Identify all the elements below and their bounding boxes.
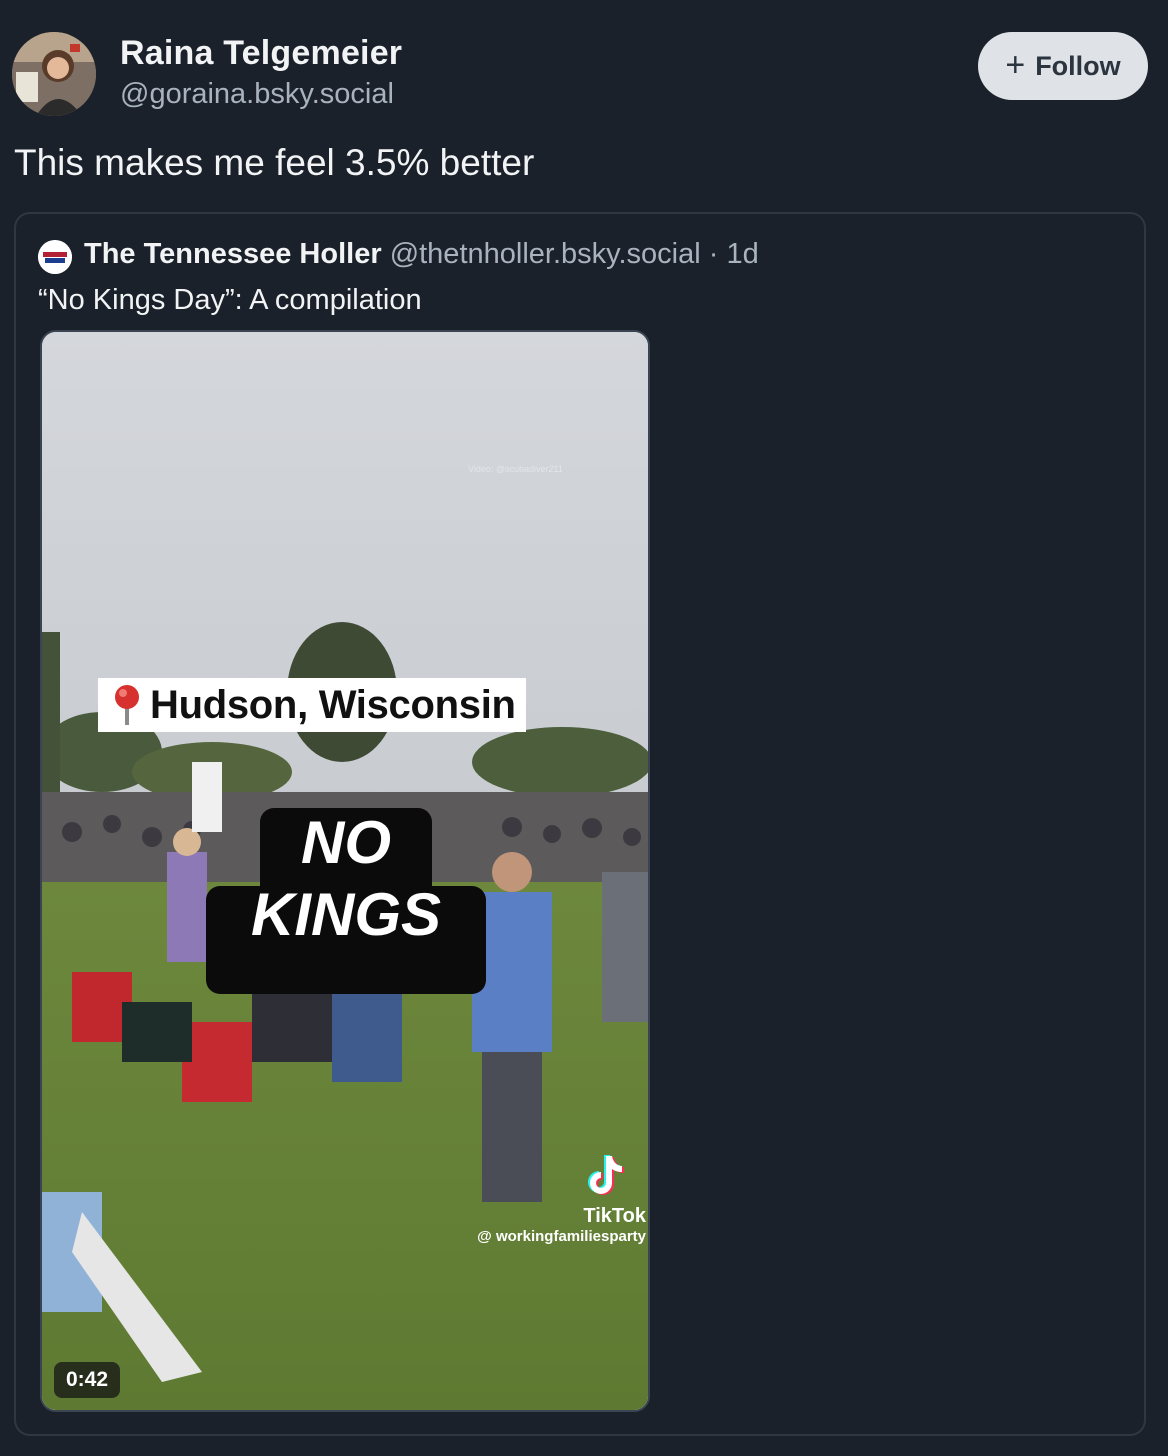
plus-icon: + [1005,46,1026,84]
tiktok-brand: TikTok [583,1205,646,1227]
quoted-post-card[interactable]: The Tennessee Holler @thetnholler.bsky.s… [14,212,1146,1436]
author-display-name[interactable]: Raina Telgemeier [120,34,402,73]
map-pin-icon [115,685,139,725]
no-kings-line-2: KINGS [250,881,442,948]
quoted-author-handle[interactable]: @thetnholler.bsky.social [390,238,701,270]
tiktok-watermark: TikTok @ workingfamiliesparty [446,1152,646,1245]
follow-button[interactable]: + Follow [978,32,1148,100]
quoted-author-avatar[interactable] [38,240,72,274]
quoted-post-header: The Tennessee Holler @thetnholler.bsky.s… [84,238,759,271]
video-duration-badge: 0:42 [54,1362,121,1398]
author-avatar[interactable] [12,32,96,116]
no-kings-overlay: NO KINGS [208,810,484,948]
tiktok-user: @ workingfamiliesparty [477,1228,646,1245]
video-watermark: Video: @scubadiver211 [468,464,563,474]
post-text: This makes me feel 3.5% better [14,142,535,183]
follow-label: Follow [1035,50,1121,81]
quoted-author-name[interactable]: The Tennessee Holler [84,238,382,270]
location-caption: Hudson, Wisconsin [98,678,526,732]
tn-holler-logo-icon [38,240,72,274]
avatar-image [12,32,96,116]
post-age[interactable]: 1d [726,238,758,270]
video-player[interactable]: Video: @scubadiver211 Hudson, Wisconsin … [40,330,650,1412]
quoted-post-text: “No Kings Day”: A compilation [38,284,422,316]
tiktok-logo-icon [588,1155,624,1195]
location-text: Hudson, Wisconsin [150,682,516,727]
no-kings-line-1: NO [301,809,391,876]
author-handle[interactable]: @goraina.bsky.social [120,78,394,111]
separator-dot: · [708,238,719,270]
